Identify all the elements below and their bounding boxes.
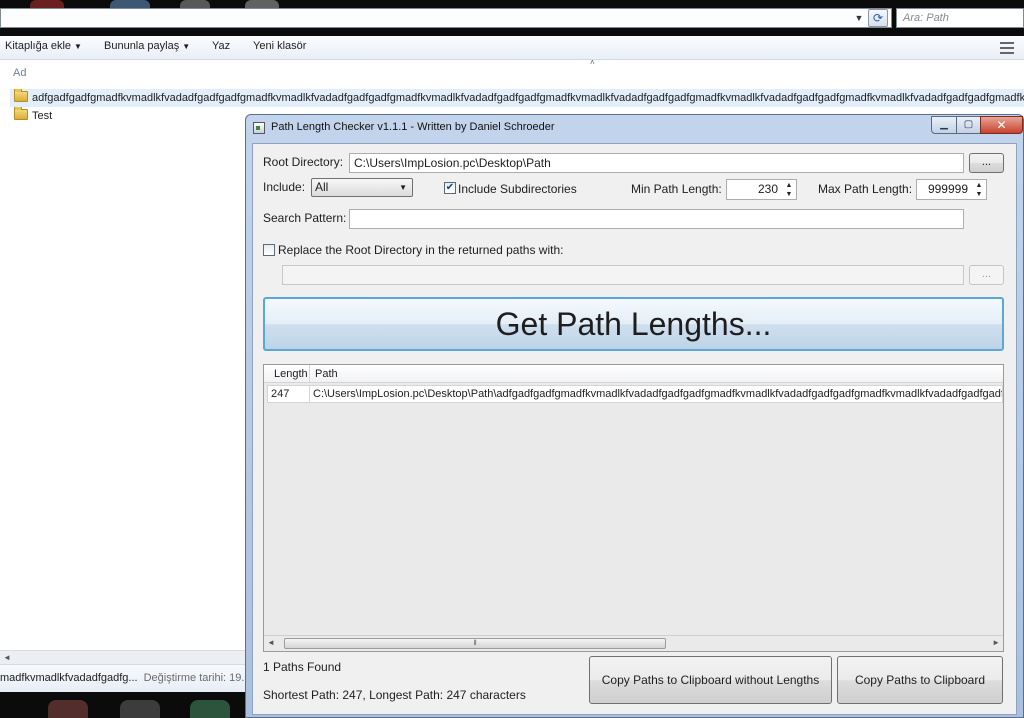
- spinner-arrows-icon[interactable]: ▲ ▼: [974, 181, 984, 199]
- replace-root-checkbox[interactable]: [263, 244, 275, 256]
- grid-horizontal-scrollbar[interactable]: ◄ ⦀ ►: [264, 635, 1003, 651]
- file-name: adfgadfgadfgmadfkvmadlkfvadadfgadfgadfgm…: [32, 92, 1024, 104]
- cell-path: C:\Users\ImpLosion.pc\Desktop\Path\adfga…: [313, 388, 1002, 400]
- address-dropdown-icon[interactable]: ▼: [852, 10, 866, 26]
- window-title: Path Length Checker v1.1.1 - Written by …: [271, 121, 555, 133]
- copy-paths-button[interactable]: Copy Paths to Clipboard: [837, 656, 1003, 704]
- max-path-length-label: Max Path Length:: [818, 182, 913, 196]
- max-path-length-spinner[interactable]: 999999 ▲ ▼: [916, 179, 987, 200]
- replace-root-label[interactable]: Replace the Root Directory in the return…: [278, 243, 563, 257]
- browse-root-button[interactable]: ...: [969, 153, 1004, 173]
- title-bar[interactable]: Path Length Checker v1.1.1 - Written by …: [246, 115, 1023, 141]
- folder-icon: [14, 89, 28, 102]
- explorer-address-area: ▼ ⟳ Ara: Path: [0, 0, 1024, 36]
- taskbar-thumbnail: [48, 700, 88, 718]
- spinner-arrows-icon[interactable]: ▲ ▼: [784, 181, 794, 199]
- explorer-search-input[interactable]: Ara: Path: [896, 8, 1024, 28]
- root-directory-label: Root Directory:: [263, 155, 344, 169]
- search-pattern-label: Search Pattern:: [263, 211, 347, 225]
- include-subdirectories-checkbox[interactable]: ✔: [444, 182, 456, 194]
- include-in-library-label: Kitaplığa ekle: [5, 40, 72, 52]
- modified-date-label: Değiştirme tarihi: 19.0: [143, 672, 251, 684]
- new-folder-button[interactable]: Yeni klasör: [253, 40, 306, 52]
- root-directory-input[interactable]: C:\Users\ImpLosion.pc\Desktop\Path: [349, 153, 964, 173]
- address-bar[interactable]: [0, 8, 892, 28]
- min-path-length-value: 230: [757, 182, 778, 196]
- include-dropdown[interactable]: All ▼: [311, 178, 413, 197]
- get-path-lengths-button[interactable]: Get Path Lengths...: [263, 297, 1004, 351]
- file-name: Test: [32, 110, 53, 122]
- burn-button[interactable]: Yaz: [212, 40, 230, 52]
- chevron-down-icon: ▼: [399, 183, 407, 192]
- sort-indicator-icon: ˄: [590, 58, 595, 67]
- include-selected-value: All: [315, 180, 329, 194]
- chevron-down-icon: ▼: [74, 42, 82, 51]
- maximize-button[interactable]: ▢: [956, 116, 981, 134]
- search-placeholder: Ara: Path: [903, 12, 949, 24]
- include-label: Include:: [263, 180, 306, 194]
- max-path-length-value: 999999: [927, 182, 968, 196]
- include-in-library-button[interactable]: Kitaplığa ekle ▼: [5, 40, 82, 52]
- column-header-length[interactable]: Length: [264, 365, 310, 383]
- column-header-path[interactable]: Path: [311, 365, 338, 383]
- close-button[interactable]: ✕: [980, 116, 1023, 134]
- results-grid: Length Path 247 C:\Users\ImpLosion.pc\De…: [263, 364, 1004, 652]
- selected-item-name: madfkvmadlkfvadadfgadfg...: [0, 672, 138, 684]
- scroll-right-icon[interactable]: ►: [992, 638, 1000, 647]
- shortest-longest-text: Shortest Path: 247, Longest Path: 247 ch…: [263, 688, 526, 702]
- replace-root-input[interactable]: [282, 265, 964, 285]
- column-header-name[interactable]: Ad: [13, 67, 26, 79]
- scrollbar-thumb[interactable]: ⦀: [284, 638, 666, 649]
- folder-icon: [14, 107, 28, 120]
- taskbar-thumbnail: [190, 700, 230, 718]
- scroll-left-icon[interactable]: ◄: [3, 651, 11, 665]
- min-path-length-label: Min Path Length:: [631, 182, 722, 196]
- refresh-icon[interactable]: ⟳: [868, 9, 888, 27]
- min-path-length-spinner[interactable]: 230 ▲ ▼: [726, 179, 797, 200]
- minimize-button[interactable]: ▁: [931, 116, 957, 134]
- scroll-left-icon[interactable]: ◄: [267, 638, 275, 647]
- table-row[interactable]: 247 C:\Users\ImpLosion.pc\Desktop\Path\a…: [267, 385, 1003, 403]
- chevron-down-icon: ▼: [182, 42, 191, 51]
- copy-without-lengths-button[interactable]: Copy Paths to Clipboard without Lengths: [589, 656, 832, 704]
- grid-header: Length Path: [264, 365, 1003, 383]
- include-subdirectories-label[interactable]: Include Subdirectories: [458, 182, 577, 196]
- paths-found-text: 1 Paths Found: [263, 660, 342, 674]
- browse-replace-button[interactable]: ...: [969, 265, 1004, 285]
- cell-length: 247: [268, 386, 310, 402]
- app-icon: [253, 122, 265, 134]
- view-options-icon[interactable]: [1000, 42, 1014, 54]
- file-list-item[interactable]: adfgadfgadfgmadfkvmadlkfvadadfgadfgadfgm…: [10, 89, 1024, 107]
- taskbar-thumbnail: [120, 700, 160, 718]
- search-pattern-input[interactable]: [349, 209, 964, 229]
- share-with-label: Bununla paylaş: [104, 40, 180, 52]
- window-client-area: Root Directory: C:\Users\ImpLosion.pc\De…: [252, 143, 1017, 715]
- share-with-button[interactable]: Bununla paylaş ▼: [104, 40, 190, 52]
- path-length-checker-window: Path Length Checker v1.1.1 - Written by …: [245, 114, 1024, 718]
- explorer-horizontal-scrollbar[interactable]: ◄: [0, 650, 246, 664]
- explorer-toolbar: Kitaplığa ekle ▼ Bununla paylaş ▼ Yaz Yeni…: [0, 36, 1024, 60]
